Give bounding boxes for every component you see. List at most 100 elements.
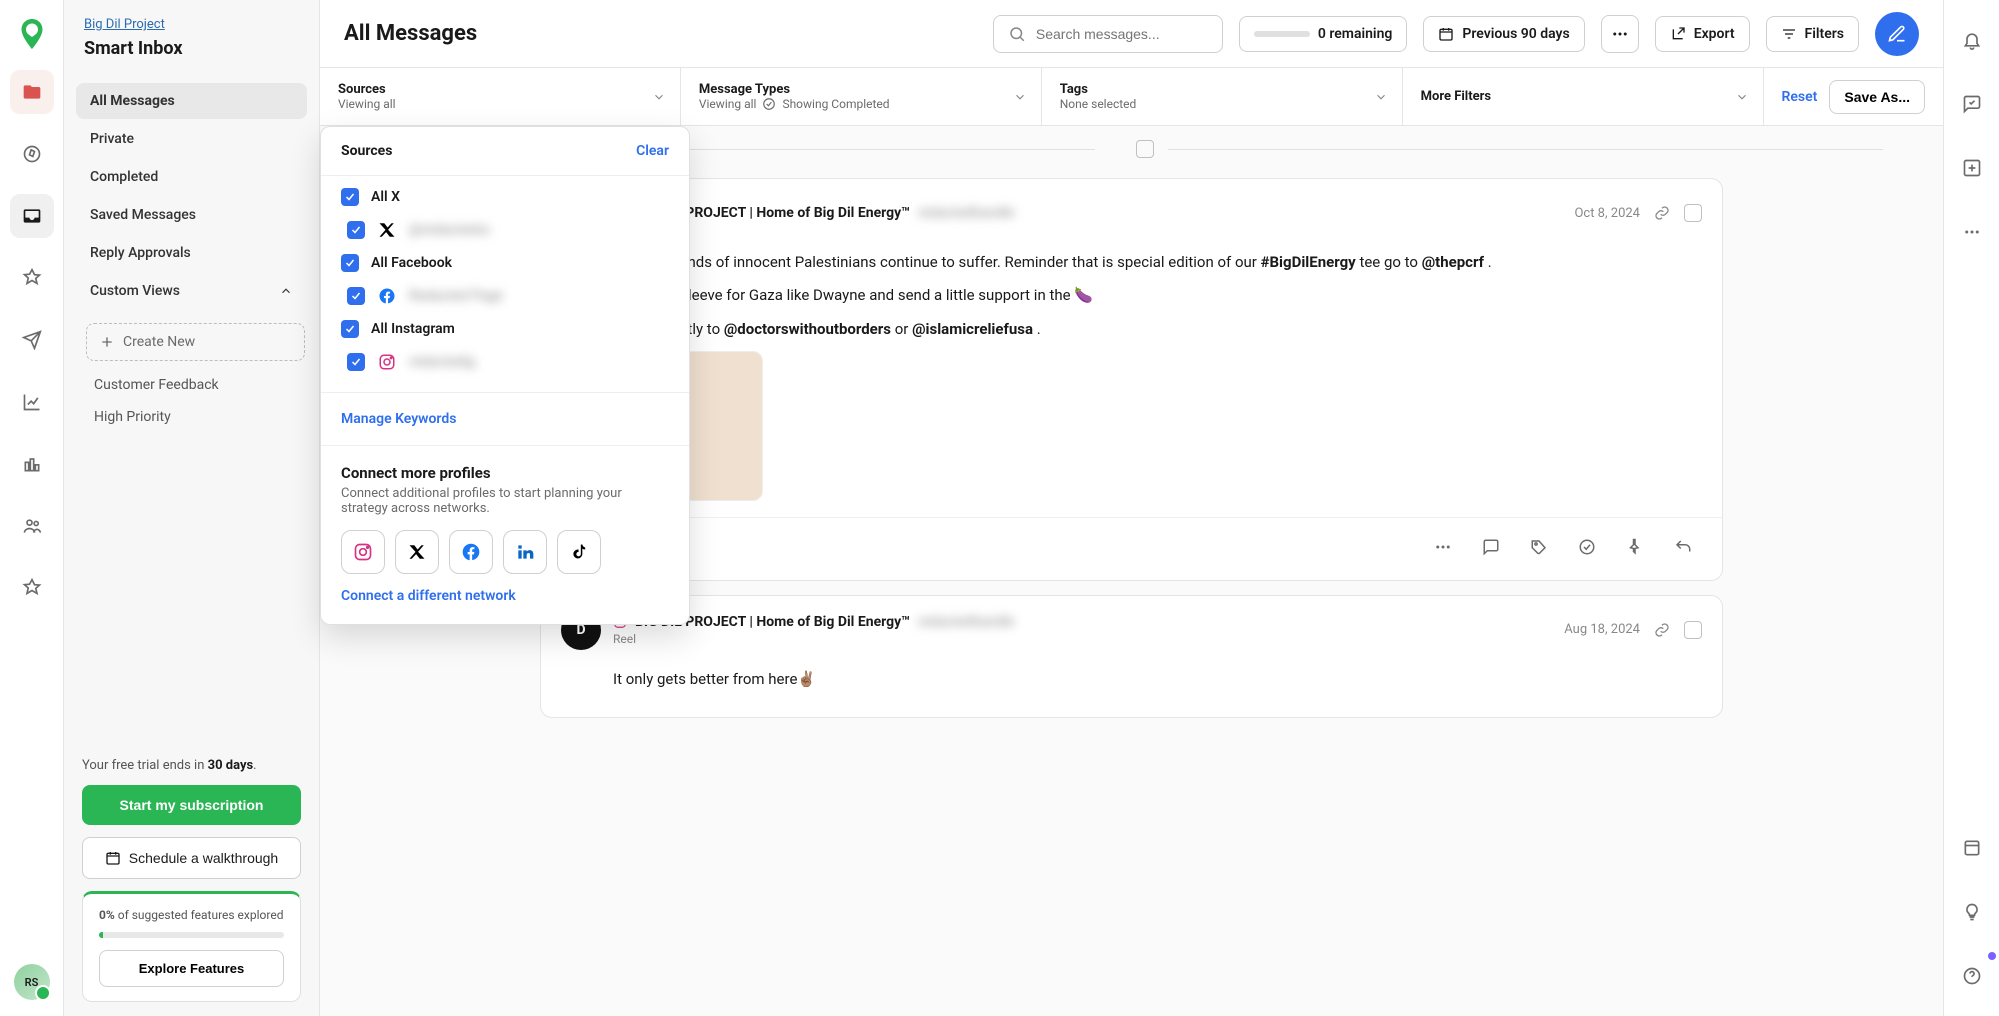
- search-box[interactable]: [993, 15, 1223, 53]
- checkbox-checked-icon: [341, 320, 359, 338]
- calendar-icon: [105, 850, 121, 866]
- custom-view-customer-feedback[interactable]: Customer Feedback: [72, 369, 319, 401]
- export-icon: [1670, 26, 1686, 42]
- filters-button[interactable]: Filters: [1766, 16, 1859, 52]
- page-title: All Messages: [344, 21, 477, 46]
- explore-features-button[interactable]: Explore Features: [99, 950, 284, 987]
- notifications-icon[interactable]: [1950, 18, 1994, 62]
- checkbox-x-account[interactable]: @redactedxx: [341, 220, 669, 240]
- date-range-button[interactable]: Previous 90 days: [1423, 16, 1584, 52]
- create-new-label: Create New: [123, 334, 195, 350]
- connect-profiles-title: Connect more profiles: [341, 464, 669, 482]
- chevron-up-icon: [279, 284, 293, 298]
- chevron-down-icon: [1013, 90, 1027, 104]
- checkbox-checked-icon: [341, 188, 359, 206]
- connect-facebook-button[interactable]: [449, 530, 493, 574]
- checkbox-instagram-account[interactable]: redactedig: [341, 352, 669, 372]
- message-subtype: Reel: [613, 632, 1015, 646]
- link-icon[interactable]: [1654, 622, 1670, 638]
- filter-sources[interactable]: Sources Viewing all: [320, 68, 681, 125]
- add-panel-icon[interactable]: [1950, 146, 1994, 190]
- more-menu-button[interactable]: [1601, 15, 1639, 53]
- filter-tags[interactable]: Tags None selected: [1042, 68, 1403, 125]
- connect-profiles-subtitle: Connect additional profiles to start pla…: [341, 486, 669, 516]
- start-subscription-button[interactable]: Start my subscription: [82, 785, 301, 825]
- x-icon: [377, 220, 397, 240]
- left-icon-rail: RS: [0, 0, 64, 1016]
- checkbox-all-instagram[interactable]: All Instagram: [341, 320, 669, 338]
- connect-x-button[interactable]: [395, 530, 439, 574]
- comment-icon[interactable]: [1472, 528, 1510, 566]
- nav-private[interactable]: Private: [76, 121, 307, 157]
- select-message-checkbox[interactable]: [1684, 621, 1702, 639]
- rail-compass-icon[interactable]: [10, 132, 54, 176]
- rail-pin-icon[interactable]: [10, 256, 54, 300]
- nav-reply-approvals[interactable]: Reply Approvals: [76, 235, 307, 271]
- clear-link[interactable]: Clear: [636, 143, 669, 159]
- create-new-button[interactable]: Create New: [86, 323, 305, 361]
- rail-people-icon[interactable]: [10, 504, 54, 548]
- nav-completed[interactable]: Completed: [76, 159, 307, 195]
- reply-icon[interactable]: [1664, 528, 1702, 566]
- connect-different-network-link[interactable]: Connect a different network: [341, 588, 516, 604]
- rail-reports-icon[interactable]: [10, 442, 54, 486]
- message-handle: redactedhandle: [918, 205, 1015, 221]
- sidebar: Big Dil Project Smart Inbox All Messages…: [64, 0, 320, 1016]
- tag-icon[interactable]: [1520, 528, 1558, 566]
- connect-tiktok-button[interactable]: [557, 530, 601, 574]
- nav-custom-views[interactable]: Custom Views: [76, 273, 307, 309]
- filter-icon: [1781, 26, 1797, 42]
- check-circle-icon: [762, 97, 776, 111]
- filter-message-types[interactable]: Message Types Viewing all Showing Comple…: [681, 68, 1042, 125]
- remaining-pill[interactable]: 0 remaining: [1239, 16, 1407, 52]
- main-header: All Messages 0 remaining Previous 90 day…: [320, 0, 1943, 68]
- export-button[interactable]: Export: [1655, 16, 1750, 52]
- calendar-icon: [1438, 26, 1454, 42]
- pin-icon[interactable]: [1616, 528, 1654, 566]
- link-icon[interactable]: [1654, 205, 1670, 221]
- nav-saved[interactable]: Saved Messages: [76, 197, 307, 233]
- save-as-button[interactable]: Save As...: [1829, 80, 1925, 114]
- select-message-checkbox[interactable]: [1684, 204, 1702, 222]
- tips-icon[interactable]: [1950, 890, 1994, 934]
- manage-keywords-link[interactable]: Manage Keywords: [341, 411, 669, 427]
- help-icon[interactable]: [1950, 954, 1994, 998]
- message-actions: [541, 517, 1722, 580]
- checkbox-all-x[interactable]: All X: [341, 188, 669, 206]
- reset-filters-link[interactable]: Reset: [1782, 89, 1818, 105]
- app-logo: [14, 16, 50, 52]
- instagram-icon: [377, 352, 397, 372]
- complete-icon[interactable]: [1568, 528, 1606, 566]
- checkbox-checked-icon: [341, 254, 359, 272]
- rail-folder-icon[interactable]: [10, 70, 54, 114]
- rail-send-icon[interactable]: [10, 318, 54, 362]
- more-actions-icon[interactable]: [1424, 528, 1462, 566]
- rail-analytics-icon[interactable]: [10, 380, 54, 424]
- remaining-progress: [1254, 31, 1310, 37]
- checkbox-checked-icon: [347, 221, 365, 239]
- schedule-walkthrough-button[interactable]: Schedule a walkthrough: [82, 837, 301, 879]
- filter-more[interactable]: More Filters: [1403, 68, 1764, 125]
- select-day-checkbox[interactable]: [1136, 140, 1154, 158]
- custom-view-high-priority[interactable]: High Priority: [72, 401, 319, 433]
- search-icon: [1008, 25, 1026, 43]
- checkbox-all-facebook[interactable]: All Facebook: [341, 254, 669, 272]
- message-card: D BIG DIL PROJECT | Home of Big Dil Ener…: [540, 178, 1723, 581]
- rail-user-avatar[interactable]: RS: [14, 964, 50, 1000]
- dropdown-title: Sources: [341, 143, 392, 159]
- rail-inbox-icon[interactable]: [10, 194, 54, 238]
- plus-icon: [99, 334, 115, 350]
- nav-all-messages[interactable]: All Messages: [76, 83, 307, 119]
- connect-linkedin-button[interactable]: [503, 530, 547, 574]
- search-input[interactable]: [1036, 26, 1217, 42]
- breadcrumb[interactable]: Big Dil Project: [84, 17, 165, 32]
- checkbox-facebook-page[interactable]: Redacted Page: [341, 286, 669, 306]
- connect-instagram-button[interactable]: [341, 530, 385, 574]
- overflow-icon[interactable]: [1950, 210, 1994, 254]
- tasks-icon[interactable]: [1950, 82, 1994, 126]
- compose-button[interactable]: [1875, 12, 1919, 56]
- history-icon[interactable]: [1950, 826, 1994, 870]
- right-rail: [1943, 0, 1999, 1016]
- rail-star-icon[interactable]: [10, 566, 54, 610]
- chevron-down-icon: [1374, 90, 1388, 104]
